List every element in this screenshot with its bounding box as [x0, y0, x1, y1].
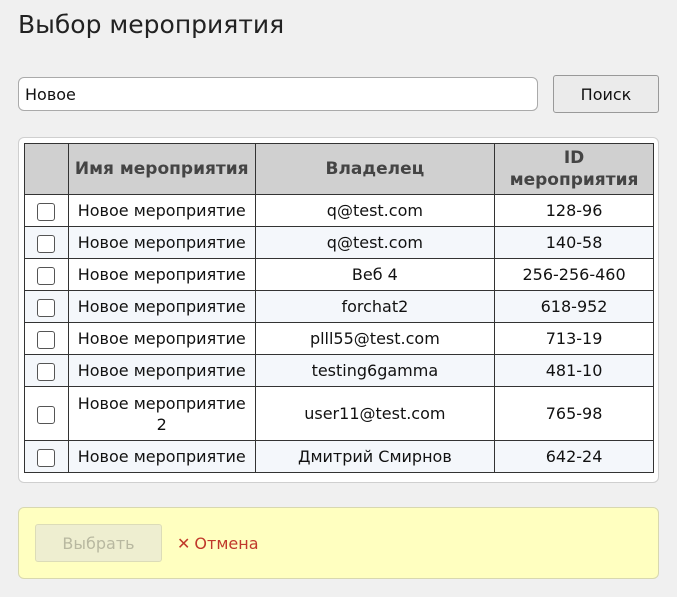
row-event-id: 618-952 — [494, 290, 654, 323]
table-row[interactable]: Новое мероприятие forchat2 618-952 — [24, 290, 654, 323]
cancel-label: Отмена — [194, 534, 259, 553]
row-event-id: 140-58 — [494, 226, 654, 259]
row-event-id: 128-96 — [494, 194, 654, 227]
dialog-footer: Выбрать ✕ Отмена — [18, 507, 659, 579]
table-row[interactable]: Новое мероприятие q@test.com 140-58 — [24, 226, 654, 259]
row-event-name: Новое мероприятие — [67, 440, 256, 473]
events-table: Имя мероприятия Владелец ID мероприятия … — [24, 143, 654, 473]
cancel-link[interactable]: ✕ Отмена — [177, 534, 259, 553]
row-checkbox[interactable] — [37, 330, 56, 349]
header-event-id[interactable]: ID мероприятия — [494, 143, 654, 195]
table-header-row: Имя мероприятия Владелец ID мероприятия — [24, 143, 654, 195]
close-icon: ✕ — [177, 534, 191, 553]
row-checkbox-cell — [24, 386, 69, 441]
row-checkbox-cell — [24, 194, 69, 227]
row-event-id: 765-98 — [494, 386, 654, 441]
row-event-id: 713-19 — [494, 322, 654, 355]
table-row[interactable]: Новое мероприятие Дмитрий Смирнов 642-24 — [24, 440, 654, 473]
row-owner: q@test.com — [254, 226, 496, 259]
row-event-id: 256-256-460 — [494, 258, 654, 291]
row-checkbox-cell — [24, 322, 69, 355]
row-checkbox-cell — [24, 440, 69, 473]
row-owner: forchat2 — [254, 290, 496, 323]
row-event-name: Новое мероприятие — [67, 322, 256, 355]
table-row[interactable]: Новое мероприятие testing6gamma 481-10 — [24, 354, 654, 387]
row-checkbox[interactable] — [37, 448, 56, 467]
row-owner: user11@test.com — [254, 386, 496, 441]
row-event-name: Новое мероприятие — [67, 258, 256, 291]
row-checkbox[interactable] — [37, 234, 56, 253]
row-owner: Веб 4 — [254, 258, 496, 291]
search-button[interactable]: Поиск — [553, 75, 659, 113]
row-checkbox[interactable] — [37, 202, 56, 221]
row-event-name: Новое мероприятие — [67, 194, 256, 227]
row-checkbox-cell — [24, 258, 69, 291]
row-checkbox-cell — [24, 226, 69, 259]
header-event-id-line1: ID — [563, 148, 585, 168]
dialog-title: Выбор мероприятия — [18, 10, 285, 39]
row-checkbox[interactable] — [37, 298, 56, 317]
row-owner: q@test.com — [254, 194, 496, 227]
row-event-name: Новое мероприятие — [67, 354, 256, 387]
row-checkbox[interactable] — [37, 405, 56, 424]
table-row[interactable]: Новое мероприятие plll55@test.com 713-19 — [24, 322, 654, 355]
table-row[interactable]: Новое мероприятие Веб 4 256-256-460 — [24, 258, 654, 291]
row-event-name: Новое мероприятие 2 — [67, 386, 256, 441]
row-event-id: 481-10 — [494, 354, 654, 387]
row-event-name: Новое мероприятие — [67, 290, 256, 323]
row-checkbox[interactable] — [37, 266, 56, 285]
row-checkbox-cell — [24, 354, 69, 387]
select-button[interactable]: Выбрать — [35, 524, 162, 562]
row-event-id: 642-24 — [494, 440, 654, 473]
row-owner: plll55@test.com — [254, 322, 496, 355]
search-input[interactable] — [18, 77, 538, 111]
events-table-panel: Имя мероприятия Владелец ID мероприятия … — [18, 137, 659, 483]
row-owner: testing6gamma — [254, 354, 496, 387]
row-event-name: Новое мероприятие — [67, 226, 256, 259]
event-select-dialog: Выбор мероприятия Поиск Имя мероприятия … — [0, 0, 677, 597]
header-event-id-line2: мероприятия — [509, 170, 639, 190]
header-event-name[interactable]: Имя мероприятия — [67, 143, 256, 195]
row-checkbox[interactable] — [37, 362, 56, 381]
row-owner: Дмитрий Смирнов — [254, 440, 496, 473]
table-row[interactable]: Новое мероприятие 2 user11@test.com 765-… — [24, 386, 654, 441]
table-row[interactable]: Новое мероприятие q@test.com 128-96 — [24, 194, 654, 227]
row-checkbox-cell — [24, 290, 69, 323]
header-owner[interactable]: Владелец — [254, 143, 496, 195]
header-checkbox-column — [24, 143, 69, 195]
